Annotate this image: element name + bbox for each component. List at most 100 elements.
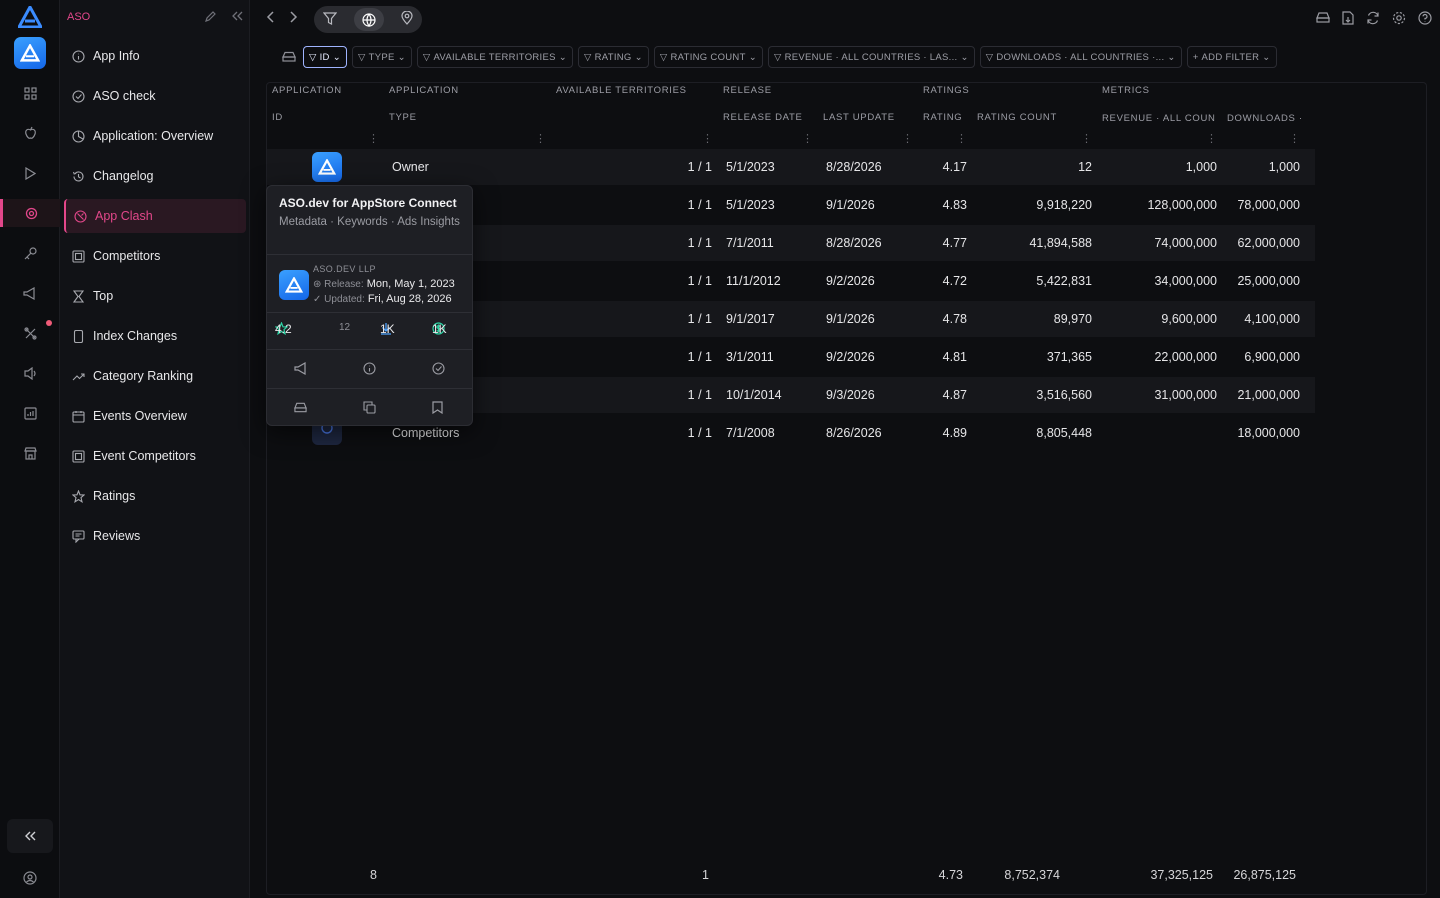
sidebar-item-app-info[interactable]: App Info (64, 39, 246, 73)
column-menu-icon[interactable]: ⋮ (1081, 132, 1092, 145)
group-header: AVAILABLE TERRITORIES (556, 85, 687, 96)
sidebar-item-ratings[interactable]: Ratings (64, 479, 246, 513)
cell-last-update: 8/28/2026 (826, 160, 882, 174)
check-circle-icon[interactable] (432, 362, 445, 378)
sidebar-item-aso-check[interactable]: ASO check (64, 79, 246, 113)
filter-chip-rating-count[interactable]: ▽ RATING COUNT ⌄ (653, 46, 763, 68)
column-menu-icon[interactable]: ⋮ (702, 132, 713, 145)
key-icon[interactable] (0, 239, 60, 267)
column-header-downloads[interactable]: DOWNLOADS · ALL COUNTRIES (1227, 112, 1305, 125)
overview-icon (72, 129, 85, 143)
filter-icon: ▽ (773, 51, 782, 63)
sidebar-item-category-ranking[interactable]: Category Ranking (64, 359, 246, 393)
user-account-icon[interactable] (0, 864, 60, 892)
collapse-rail-button[interactable] (7, 819, 53, 853)
table-row[interactable]: Owner 1 / 1 5/1/2023 8/28/2026 4.17 12 1… (267, 149, 1315, 185)
filter-chip-rating[interactable]: ▽ RATING ⌄ (578, 46, 649, 68)
chevron-down-icon: ⌄ (397, 51, 406, 63)
edit-icon[interactable] (204, 10, 217, 26)
column-header-id[interactable]: ID (272, 112, 283, 123)
cell-revenue: 22,000,000 (1154, 350, 1217, 364)
app-avatar-icon[interactable] (14, 37, 46, 69)
forward-arrow-icon[interactable] (288, 10, 298, 27)
storage-icon[interactable] (1316, 11, 1330, 28)
sidebar-item-application-overview[interactable]: Application: Overview (64, 119, 246, 153)
bookmark-icon[interactable] (432, 401, 443, 417)
cell-last-update: 9/1/2026 (826, 312, 875, 326)
cell-release-date: 5/1/2023 (726, 198, 775, 212)
cell-downloads: 4,100,000 (1244, 312, 1300, 326)
filter-chip-downloads[interactable]: ▽ DOWNLOADS · ALL COUNTRIES ·... ⌄ (979, 46, 1182, 68)
card-stats: 4.2 12 1K 1K (267, 322, 472, 340)
back-arrow-icon[interactable] (266, 10, 276, 27)
sidebar-item-top[interactable]: Top (64, 279, 246, 313)
column-header-last-update[interactable]: LAST UPDATE (823, 112, 895, 123)
check-circle-icon (72, 89, 85, 103)
info-icon (72, 49, 85, 63)
sidebar-item-index-changes[interactable]: Index Changes (64, 319, 246, 353)
report-icon[interactable] (0, 399, 60, 427)
storage-filter-icon[interactable] (280, 46, 298, 68)
copy-icon[interactable] (363, 401, 376, 417)
column-header-type[interactable]: TYPE (389, 112, 417, 123)
refresh-icon[interactable] (1366, 11, 1380, 28)
cell-downloads: 78,000,000 (1237, 198, 1300, 212)
column-menu-icon[interactable]: ⋮ (535, 132, 546, 145)
column-menu-icon[interactable]: ⋮ (902, 132, 913, 145)
sidebar-item-label: App Info (93, 49, 140, 63)
phone-icon (72, 329, 85, 343)
sidebar-item-event-competitors[interactable]: Event Competitors (64, 439, 246, 473)
filter-chip-territories[interactable]: ▽ AVAILABLE TERRITORIES ⌄ (416, 46, 574, 68)
dashboard-icon[interactable] (0, 79, 60, 107)
view-mode-switch (314, 6, 422, 33)
column-header-rating[interactable]: RATING (923, 112, 962, 123)
card-app-icon (279, 270, 309, 300)
column-menu-icon[interactable]: ⋮ (1289, 132, 1300, 145)
cell-rating-count: 89,970 (1053, 312, 1092, 326)
column-menu-icon[interactable]: ⋮ (1206, 132, 1217, 145)
sidebar-item-label: Ratings (93, 489, 136, 503)
store-icon[interactable] (0, 439, 60, 467)
clock-icon: ⊛ (313, 279, 325, 290)
sidebar-item-reviews[interactable]: Reviews (64, 519, 246, 553)
export-file-icon[interactable] (1342, 11, 1354, 28)
settings-gear-icon[interactable] (1392, 11, 1406, 28)
globe-mode-icon[interactable] (353, 8, 384, 31)
speaker-icon[interactable] (0, 359, 60, 387)
megaphone-icon[interactable] (0, 279, 60, 307)
apple-icon[interactable] (0, 119, 60, 147)
column-menu-icon[interactable]: ⋮ (802, 132, 813, 145)
sidebar-item-events-overview[interactable]: Events Overview (64, 399, 246, 433)
column-menu-icon[interactable]: ⋮ (956, 132, 967, 145)
cell-downloads: 1,000 (1268, 160, 1300, 174)
column-header-release-date[interactable]: RELEASE DATE (723, 112, 803, 123)
column-header-rating-count[interactable]: RATING COUNT (977, 112, 1057, 123)
location-mode-icon[interactable] (401, 10, 413, 28)
filter-chip-type[interactable]: ▽ TYPE ⌄ (351, 46, 412, 68)
column-header-revenue[interactable]: REVENUE · ALL COUNTRIES · LAST 30 (1102, 112, 1215, 125)
sidebar-item-app-clash[interactable]: App Clash (64, 199, 246, 233)
filter-mode-icon[interactable] (322, 11, 337, 28)
chevron-down-icon: ⌄ (634, 51, 643, 63)
cell-rating: 4.78 (942, 312, 967, 326)
cell-release-date: 7/1/2011 (726, 236, 774, 250)
app-clash-rail-icon[interactable] (0, 199, 60, 227)
storage-icon[interactable] (294, 401, 307, 417)
info-icon[interactable] (363, 362, 376, 378)
filter-chip-id[interactable]: ▽ ID ⌄ (303, 46, 347, 68)
cell-downloads: 18,000,000 (1237, 426, 1300, 440)
sidebar-item-competitors[interactable]: Competitors (64, 239, 246, 273)
column-menu-icon[interactable]: ⋮ (368, 132, 379, 145)
collapse-sidebar-icon[interactable] (231, 10, 243, 26)
megaphone-icon[interactable] (294, 361, 308, 378)
brand-logo-icon[interactable] (17, 5, 43, 29)
add-filter-button[interactable]: + ADD FILTER ⌄ (1186, 46, 1277, 68)
sidebar-item-label: ASO check (93, 89, 156, 103)
play-store-icon[interactable] (0, 159, 60, 187)
sidebar-item-changelog[interactable]: Changelog (64, 159, 246, 193)
card-actions-row-1 (267, 350, 472, 388)
app-icon[interactable] (312, 152, 342, 182)
help-icon[interactable] (1418, 11, 1432, 28)
filter-chip-revenue[interactable]: ▽ REVENUE · ALL COUNTRIES · LAS... ⌄ (767, 46, 975, 68)
cell-rating-count: 8,805,448 (1036, 426, 1092, 440)
